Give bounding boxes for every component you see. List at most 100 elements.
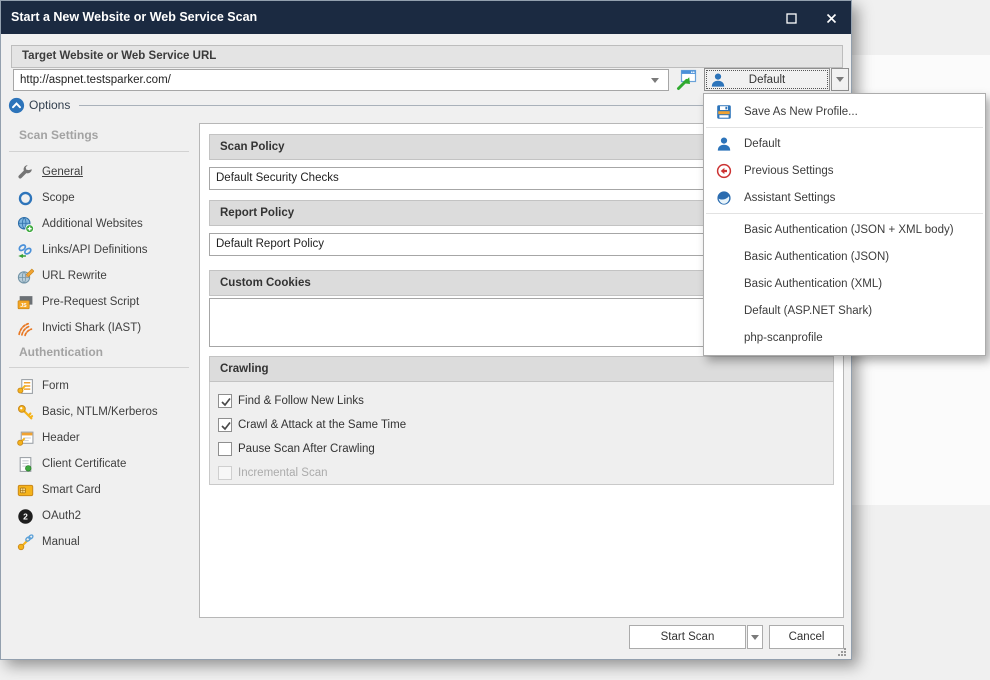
shark-waves-icon xyxy=(17,320,34,337)
certificate-icon xyxy=(17,456,34,473)
assistant-icon xyxy=(704,190,744,206)
menu-item-default-aspnet-shark[interactable]: Default (ASP.NET Shark) xyxy=(704,297,985,324)
menu-item-label: Basic Authentication (JSON) xyxy=(744,250,890,263)
options-label[interactable]: Options xyxy=(29,98,70,112)
divider xyxy=(9,151,189,152)
menu-item-label: Assistant Settings xyxy=(744,191,836,204)
open-in-browser-button[interactable] xyxy=(675,69,697,91)
menu-item-basic-auth-json-xml[interactable]: Basic Authentication (JSON + XML body) xyxy=(704,216,985,243)
maximize-icon xyxy=(785,12,797,24)
options-collapse-button[interactable] xyxy=(8,97,25,117)
start-scan-button[interactable]: Start Scan xyxy=(629,625,746,649)
cancel-label: Cancel xyxy=(788,631,825,643)
scan-settings-list: General Scope Additional Websites Links/… xyxy=(1,159,199,341)
globe-plus-icon xyxy=(17,216,34,233)
menu-item-label: Basic Authentication (JSON + XML body) xyxy=(744,223,954,236)
manual-key-icon xyxy=(17,533,34,551)
sidebar-item-invicti-shark[interactable]: Invicti Shark (IAST) xyxy=(1,315,199,341)
menu-item-basic-auth-xml[interactable]: Basic Authentication (XML) xyxy=(704,270,985,297)
menu-divider xyxy=(706,127,983,128)
sidebar-item-header-auth[interactable]: Header xyxy=(1,425,199,451)
menu-item-label: Previous Settings xyxy=(744,164,834,177)
scan-settings-header: Scan Settings xyxy=(19,128,99,142)
profile-selector-button[interactable]: Default xyxy=(704,68,830,91)
sidebar-item-oauth2[interactable]: 2 OAuth2 xyxy=(1,503,199,529)
links-icon xyxy=(17,242,34,259)
scope-icon xyxy=(17,190,34,207)
maximize-button[interactable] xyxy=(781,8,801,28)
key-icon xyxy=(17,404,34,421)
checkbox-icon[interactable] xyxy=(218,418,232,432)
oauth2-icon: 2 xyxy=(17,508,34,525)
globe-pencil-icon xyxy=(17,268,35,285)
profile-selector-label: Default xyxy=(748,73,786,86)
authentication-header: Authentication xyxy=(19,345,103,359)
menu-item-label: Save As New Profile... xyxy=(744,105,858,118)
sidebar-item-manual-auth[interactable]: Manual xyxy=(1,529,199,555)
user-icon xyxy=(704,136,744,152)
sidebar-item-basic-ntlm-kerberos[interactable]: Basic, NTLM/Kerberos xyxy=(1,399,199,425)
target-url-value: http://aspnet.testsparker.com/ xyxy=(20,74,171,86)
start-scan-label: Start Scan xyxy=(660,631,715,643)
back-icon xyxy=(704,163,744,179)
url-dropdown-arrow-icon[interactable] xyxy=(651,78,659,83)
header-key-icon xyxy=(17,430,34,447)
dialog-title: Start a New Website or Web Service Scan xyxy=(11,10,258,24)
checkbox-icon[interactable] xyxy=(218,442,232,456)
sidebar-item-pre-request-script[interactable]: JS Pre-Request Script xyxy=(1,289,199,315)
menu-item-label: Basic Authentication (XML) xyxy=(744,277,883,290)
menu-item-php-scanprofile[interactable]: php-scanprofile xyxy=(704,324,985,351)
sidebar-item-scope[interactable]: Scope xyxy=(1,185,199,211)
chevron-up-circle-icon xyxy=(8,97,25,114)
sidebar-item-url-rewrite[interactable]: URL Rewrite xyxy=(1,263,199,289)
target-url-section-header: Target Website or Web Service URL xyxy=(11,45,843,68)
open-in-browser-icon xyxy=(677,69,697,90)
resize-grip[interactable] xyxy=(837,647,847,660)
checkbox-icon xyxy=(218,466,232,480)
sidebar-item-additional-websites[interactable]: Additional Websites xyxy=(1,211,199,237)
menu-divider xyxy=(706,213,983,214)
scan-policy-value: Default Security Checks xyxy=(216,172,339,184)
authentication-list: Form Basic, NTLM/Kerberos Header Client … xyxy=(1,373,199,555)
chevron-down-icon xyxy=(836,77,844,82)
chevron-down-icon xyxy=(751,634,759,640)
user-icon xyxy=(710,72,726,91)
sidebar-item-general[interactable]: General xyxy=(1,159,199,185)
checkbox-pause-scan-after-crawling[interactable]: Pause Scan After Crawling xyxy=(210,437,833,461)
sidebar-item-links-api-definitions[interactable]: Links/API Definitions xyxy=(1,237,199,263)
menu-item-label: php-scanprofile xyxy=(744,331,823,344)
menu-item-previous-settings[interactable]: Previous Settings xyxy=(704,157,985,184)
menu-item-default[interactable]: Default xyxy=(704,130,985,157)
sidebar-item-smart-card[interactable]: Smart Card xyxy=(1,477,199,503)
crawling-options: Find & Follow New Links Crawl & Attack a… xyxy=(209,382,834,485)
titlebar: Start a New Website or Web Service Scan xyxy=(1,1,851,34)
divider xyxy=(9,367,189,368)
target-url-input[interactable]: http://aspnet.testsparker.com/ xyxy=(13,69,669,91)
checkbox-icon[interactable] xyxy=(218,394,232,408)
wrench-icon xyxy=(17,164,34,181)
smartcard-icon xyxy=(17,482,34,499)
script-icon: JS xyxy=(17,294,34,311)
checkbox-incremental-scan: Incremental Scan xyxy=(210,461,833,485)
report-policy-value: Default Report Policy xyxy=(216,238,325,250)
menu-item-label: Default (ASP.NET Shark) xyxy=(744,304,873,317)
close-icon xyxy=(826,13,836,23)
menu-item-save-as-new-profile[interactable]: Save As New Profile... xyxy=(704,98,985,125)
profile-menu: Save As New Profile... Default Previous … xyxy=(703,93,986,356)
save-icon xyxy=(704,104,744,120)
svg-text:JS: JS xyxy=(20,303,27,309)
crawling-header: Crawling xyxy=(209,356,834,382)
form-key-icon xyxy=(17,378,34,395)
sidebar-item-form-auth[interactable]: Form xyxy=(1,373,199,399)
start-scan-dropdown-button[interactable] xyxy=(747,625,763,649)
menu-item-assistant-settings[interactable]: Assistant Settings xyxy=(704,184,985,211)
close-button[interactable] xyxy=(821,8,841,28)
svg-text:2: 2 xyxy=(23,511,28,521)
profile-dropdown-button[interactable] xyxy=(831,68,849,91)
sidebar-item-client-certificate[interactable]: Client Certificate xyxy=(1,451,199,477)
menu-item-label: Default xyxy=(744,137,781,150)
checkbox-crawl-attack-same-time[interactable]: Crawl & Attack at the Same Time xyxy=(210,413,833,437)
cancel-button[interactable]: Cancel xyxy=(769,625,844,649)
checkbox-find-follow-new-links[interactable]: Find & Follow New Links xyxy=(210,389,833,413)
menu-item-basic-auth-json[interactable]: Basic Authentication (JSON) xyxy=(704,243,985,270)
